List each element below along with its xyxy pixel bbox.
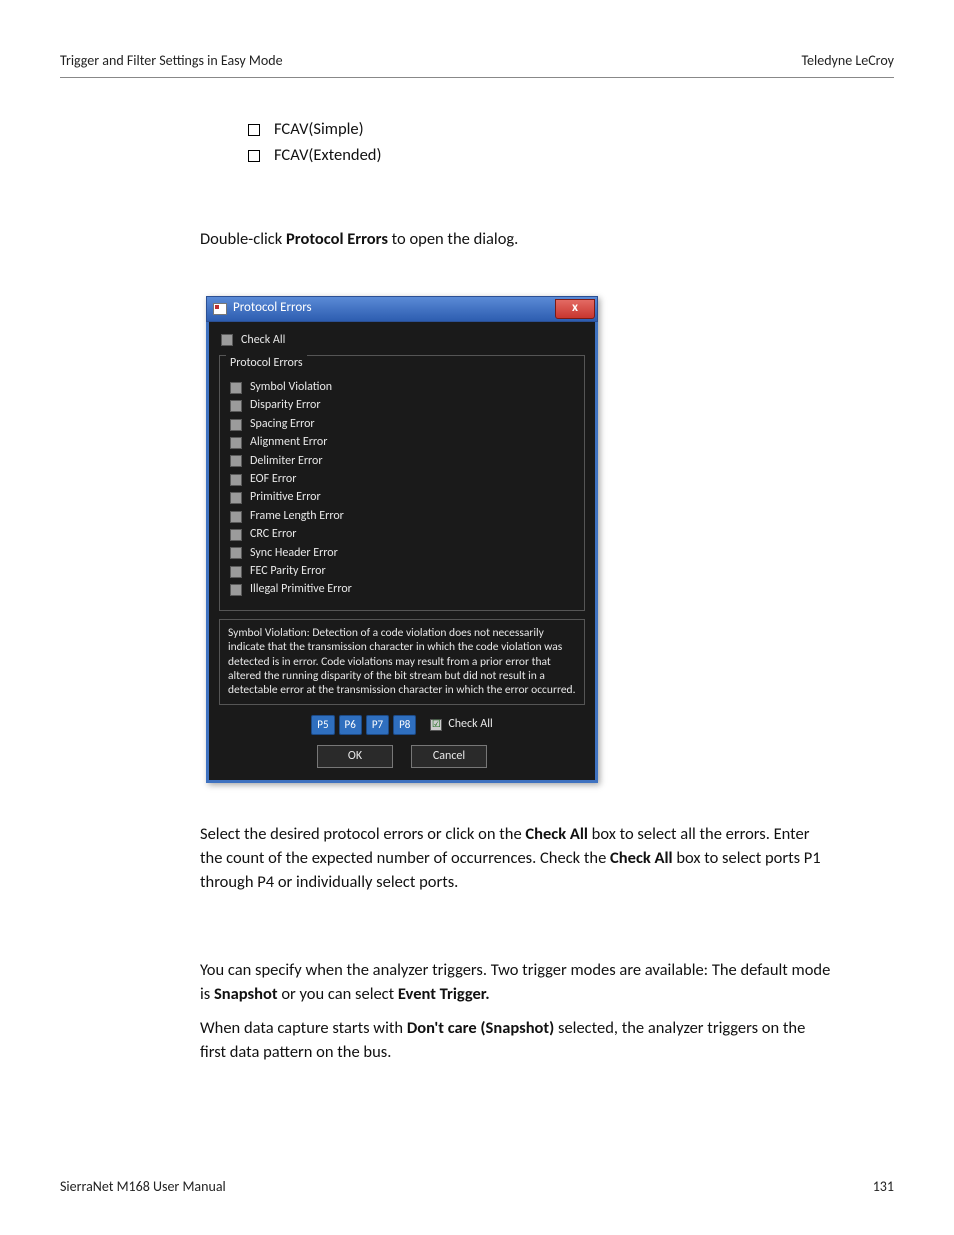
error-item[interactable]: Spacing Error <box>230 416 576 433</box>
port-row: P5 P6 P7 P8 ☑ Check All <box>219 715 585 735</box>
port-p8-button[interactable]: P8 <box>393 715 416 735</box>
checkbox-checked-icon[interactable]: ☑ <box>430 719 442 731</box>
ports-check-all[interactable]: ☑ Check All <box>430 716 492 733</box>
checkbox-icon[interactable] <box>230 419 242 431</box>
error-item[interactable]: FEC Parity Error <box>230 563 576 580</box>
checkbox-icon[interactable] <box>230 455 242 467</box>
bullet-text: FCAV(Extended) <box>274 144 381 168</box>
checkbox-icon[interactable] <box>230 382 242 394</box>
checkbox-icon[interactable] <box>230 437 242 449</box>
error-item[interactable]: Illegal Primitive Error <box>230 581 576 598</box>
ok-button[interactable]: OK <box>317 745 393 768</box>
page-footer: SierraNet M168 User Manual 131 <box>60 1178 894 1195</box>
list-item: FCAV(Simple) <box>248 118 834 142</box>
checkbox-icon[interactable] <box>230 511 242 523</box>
footer-page-number: 131 <box>873 1178 894 1195</box>
checkbox-icon[interactable] <box>230 492 242 504</box>
dialog-body: Check All Protocol Errors Symbol Violati… <box>206 322 598 783</box>
intro-paragraph: Double-click Protocol Errors to open the… <box>200 228 834 252</box>
footer-left: SierraNet M168 User Manual <box>60 1178 226 1195</box>
header-right: Teledyne LeCroy <box>801 52 894 69</box>
error-item[interactable]: Alignment Error <box>230 434 576 451</box>
app-icon <box>213 303 227 315</box>
checkbox-icon[interactable] <box>221 334 233 346</box>
error-item[interactable]: Primitive Error <box>230 489 576 506</box>
protocol-errors-fieldset: Protocol Errors Symbol Violation Dispari… <box>219 355 585 611</box>
error-item[interactable]: Delimiter Error <box>230 453 576 470</box>
checkbox-icon[interactable] <box>230 529 242 541</box>
checkbox-icon[interactable] <box>230 400 242 412</box>
header-left: Trigger and Filter Settings in Easy Mode <box>60 52 283 69</box>
square-bullet-icon <box>248 150 260 162</box>
checkbox-icon[interactable] <box>230 584 242 596</box>
port-p5-button[interactable]: P5 <box>311 715 334 735</box>
dialog-title: Protocol Errors <box>233 299 312 318</box>
cancel-button[interactable]: Cancel <box>411 745 487 768</box>
description-box: Symbol Violation: Detection of a code vi… <box>219 619 585 705</box>
protocol-errors-dialog: Protocol Errors x Check All Protocol Err… <box>206 296 598 783</box>
paragraph: When data capture starts with Don't care… <box>200 1017 834 1065</box>
dialog-titlebar[interactable]: Protocol Errors x <box>206 296 598 322</box>
checkbox-icon[interactable] <box>230 474 242 486</box>
close-button[interactable]: x <box>555 299 595 319</box>
error-item[interactable]: Frame Length Error <box>230 508 576 525</box>
port-p6-button[interactable]: P6 <box>339 715 362 735</box>
list-item: FCAV(Extended) <box>248 144 834 168</box>
fieldset-legend: Protocol Errors <box>226 355 307 372</box>
checkbox-icon[interactable] <box>230 547 242 559</box>
square-bullet-icon <box>248 124 260 136</box>
close-icon: x <box>572 299 578 318</box>
error-item[interactable]: EOF Error <box>230 471 576 488</box>
error-item[interactable]: CRC Error <box>230 526 576 543</box>
error-item[interactable]: Disparity Error <box>230 397 576 414</box>
check-all-row[interactable]: Check All <box>221 332 585 349</box>
error-item[interactable]: Symbol Violation <box>230 379 576 396</box>
bullet-list: FCAV(Simple) FCAV(Extended) <box>248 118 834 168</box>
bullet-text: FCAV(Simple) <box>274 118 364 142</box>
paragraph: Select the desired protocol errors or cl… <box>200 823 834 895</box>
dialog-button-row: OK Cancel <box>219 745 585 768</box>
paragraph: You can specify when the analyzer trigge… <box>200 959 834 1007</box>
error-item[interactable]: Sync Header Error <box>230 545 576 562</box>
page-header: Trigger and Filter Settings in Easy Mode… <box>60 52 894 78</box>
page-content: FCAV(Simple) FCAV(Extended) Double-click… <box>60 118 894 1064</box>
check-all-label: Check All <box>241 332 285 349</box>
port-p7-button[interactable]: P7 <box>366 715 389 735</box>
checkbox-icon[interactable] <box>230 566 242 578</box>
